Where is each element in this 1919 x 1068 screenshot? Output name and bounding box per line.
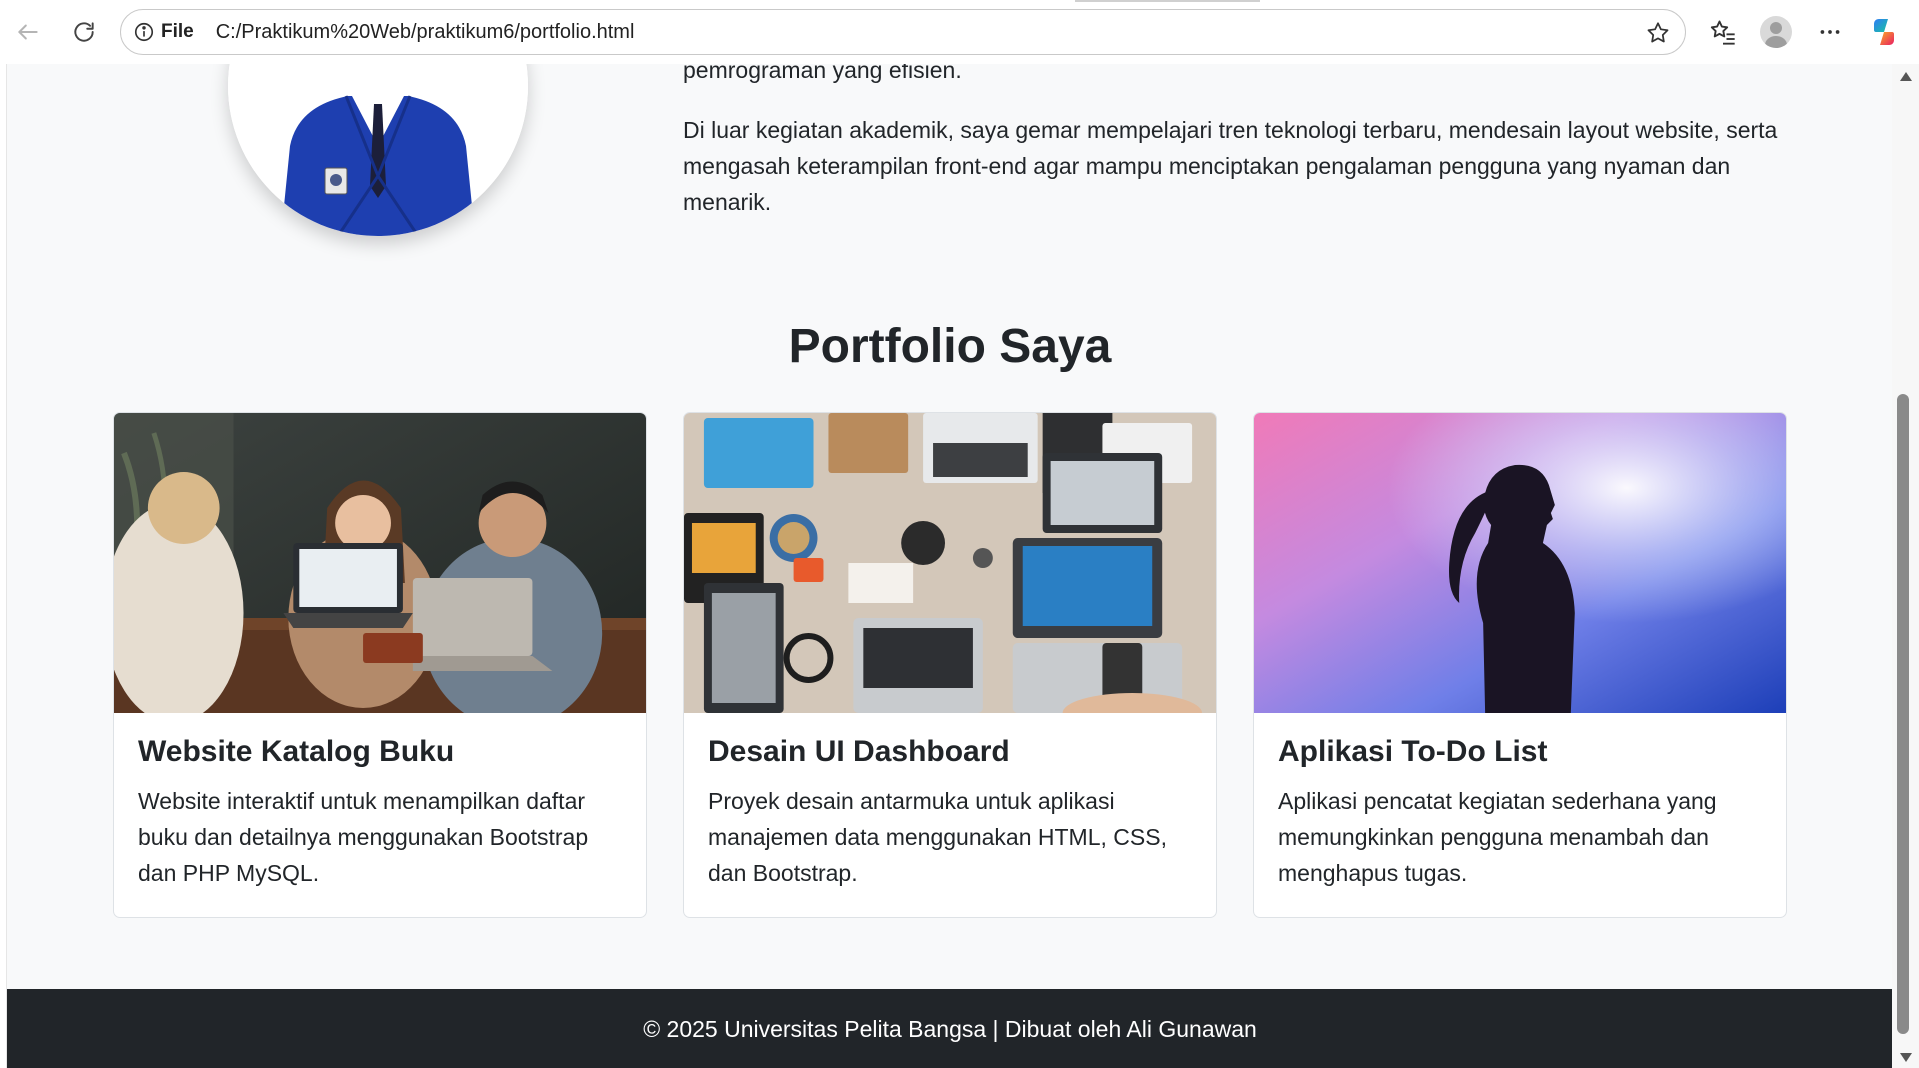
favorites-icon [1710, 20, 1735, 45]
more-icon [1820, 30, 1840, 34]
back-button[interactable] [10, 14, 46, 50]
more-menu-button[interactable] [1812, 14, 1848, 50]
info-icon [134, 22, 154, 42]
about-text: pemrograman yang efisien. Di luar kegiat… [683, 64, 1783, 244]
scroll-up-arrow-icon[interactable] [1900, 72, 1912, 81]
card-text: Website interaktif untuk menampilkan daf… [138, 788, 589, 886]
url-scheme-label: File [161, 21, 194, 42]
favorites-button[interactable] [1705, 14, 1741, 50]
copilot-icon [1874, 19, 1894, 45]
card-text: Aplikasi pencatat kegiatan sederhana yan… [1278, 788, 1717, 886]
copilot-button[interactable] [1866, 14, 1902, 50]
about-paragraph-2: Di luar kegiatan akademik, saya gemar me… [683, 117, 1778, 215]
page-footer: © 2025 Universitas Pelita Bangsa | Dibua… [7, 989, 1892, 1068]
footer-text: © 2025 Universitas Pelita Bangsa | Dibua… [643, 1015, 1257, 1042]
address-bar[interactable]: File C:/Praktikum%20Web/praktikum6/portf… [120, 9, 1686, 55]
silhouette-gradient-photo [1254, 413, 1786, 713]
star-icon [1647, 22, 1669, 43]
profile-photo [228, 64, 528, 236]
page-viewport: pemrograman yang efisien. Di luar kegiat… [6, 64, 1892, 1068]
arrow-left-icon [18, 24, 38, 40]
portfolio-card: Aplikasi To-Do List Aplikasi pencatat ke… [1253, 412, 1787, 918]
reload-icon [74, 22, 94, 42]
card-title: Aplikasi To-Do List [1278, 735, 1548, 768]
profile-icon [1760, 16, 1792, 48]
portfolio-title: Portfolio Saya [788, 320, 1112, 373]
browser-toolbar: File C:/Praktikum%20Web/praktikum6/portf… [0, 0, 1919, 64]
card-title: Desain UI Dashboard [708, 735, 1010, 768]
card-body: Aplikasi To-Do List Aplikasi pencatat ke… [1254, 713, 1786, 913]
scrollbar-thumb[interactable] [1897, 394, 1909, 1034]
url-text[interactable]: C:/Praktikum%20Web/praktikum6/portfolio.… [216, 21, 635, 44]
vertical-scrollbar[interactable] [1892, 64, 1919, 1068]
card-body: Website Katalog Buku Website interaktif … [114, 713, 646, 913]
desk-with-laptops-photo [684, 413, 1216, 713]
profile-button[interactable] [1758, 14, 1794, 50]
portfolio-card: Desain UI Dashboard Proyek desain antarm… [683, 412, 1217, 918]
favorite-button[interactable] [1645, 20, 1671, 46]
portfolio-card: Website Katalog Buku Website interaktif … [113, 412, 647, 918]
site-info-button[interactable] [133, 21, 155, 43]
person-in-blue-jacket-image [228, 64, 528, 236]
about-paragraph-tail: pemrograman yang efisien. [683, 64, 962, 83]
card-body: Desain UI Dashboard Proyek desain antarm… [684, 713, 1216, 913]
card-title: Website Katalog Buku [138, 735, 455, 768]
card-text: Proyek desain antarmuka untuk aplikasi m… [708, 788, 1167, 886]
people-with-laptops-photo [114, 413, 646, 713]
reload-button[interactable] [66, 14, 102, 50]
scroll-down-arrow-icon[interactable] [1900, 1053, 1912, 1062]
tab-strip-edge [1075, 0, 1260, 2]
